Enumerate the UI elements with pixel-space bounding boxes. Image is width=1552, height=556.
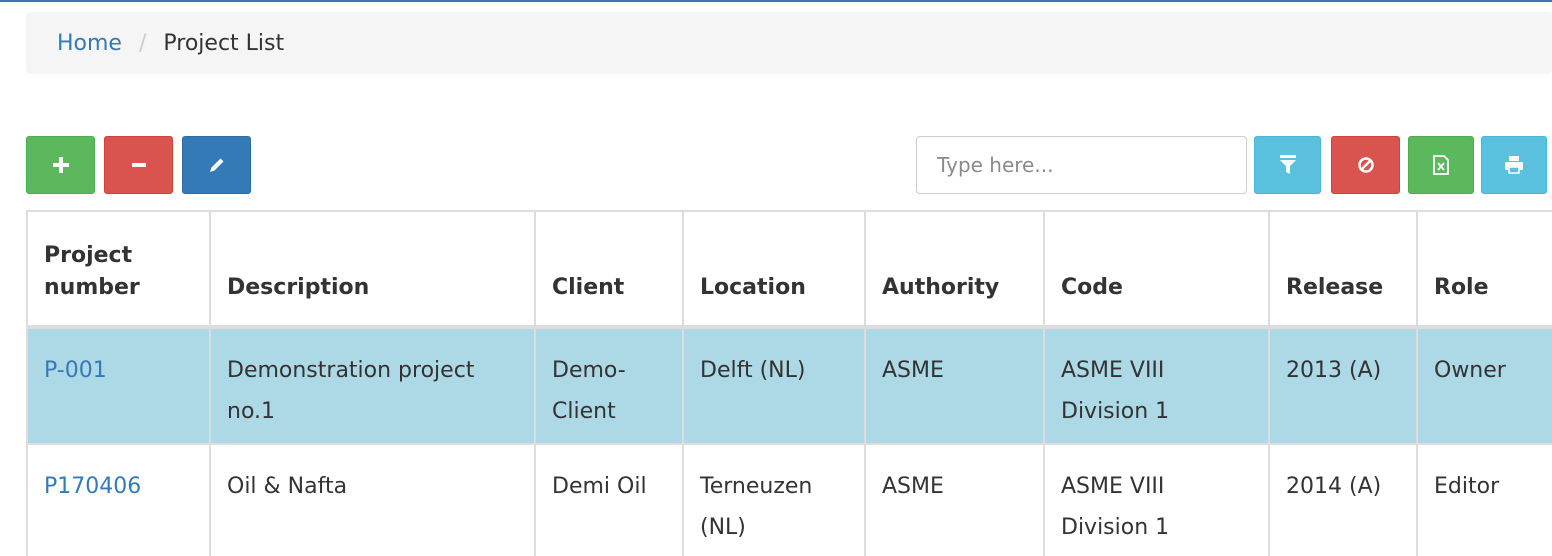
table-header-row: Project number Description Client Locati… [26, 210, 1552, 328]
authority-cell: ASME [864, 443, 1045, 556]
column-header-project-number[interactable]: Project number [26, 210, 211, 328]
filter-button[interactable] [1254, 136, 1321, 194]
add-button[interactable] [26, 136, 95, 194]
column-header-description[interactable]: Description [209, 210, 536, 328]
clear-filter-button[interactable] [1331, 136, 1400, 194]
print-button[interactable] [1481, 136, 1547, 194]
role-cell: Editor [1416, 443, 1552, 556]
excel-icon [1433, 155, 1449, 175]
remove-button[interactable] [104, 136, 173, 194]
column-header-role[interactable]: Role [1416, 210, 1552, 328]
column-header-authority[interactable]: Authority [864, 210, 1045, 328]
role-cell: Owner [1416, 326, 1552, 445]
breadcrumb: Home / Project List [26, 12, 1552, 74]
release-cell: 2014 (A) [1268, 443, 1418, 556]
code-cell: ASME VIII Division 1 [1043, 443, 1270, 556]
location-cell: Terneuzen (NL) [682, 443, 866, 556]
search-input[interactable] [916, 136, 1247, 194]
filter-icon [1279, 155, 1296, 174]
release-cell: 2013 (A) [1268, 326, 1418, 445]
column-header-location[interactable]: Location [682, 210, 866, 328]
print-icon [1505, 156, 1523, 174]
minus-icon [131, 163, 146, 167]
breadcrumb-separator: / [138, 30, 147, 56]
project-number-link[interactable]: P170406 [26, 443, 211, 556]
edit-button[interactable] [182, 136, 251, 194]
description-cell: Demonstration project no.1 [209, 326, 536, 445]
location-cell: Delft (NL) [682, 326, 866, 445]
column-header-code[interactable]: Code [1043, 210, 1270, 328]
ban-icon [1357, 157, 1374, 173]
column-header-release[interactable]: Release [1268, 210, 1418, 328]
authority-cell: ASME [864, 326, 1045, 445]
table-row[interactable]: P-001 Demonstration project no.1 Demo-Cl… [26, 326, 1552, 445]
top-border [0, 0, 1552, 2]
breadcrumb-current: Project List [163, 30, 285, 56]
project-table: Project number Description Client Locati… [26, 210, 1552, 556]
client-cell: Demi Oil [534, 443, 684, 556]
code-cell: ASME VIII Division 1 [1043, 326, 1270, 445]
column-header-client[interactable]: Client [534, 210, 684, 328]
breadcrumb-home-link[interactable]: Home [57, 31, 122, 56]
pencil-icon [209, 158, 223, 172]
export-excel-button[interactable] [1408, 136, 1474, 194]
client-cell: Demo-Client [534, 326, 684, 445]
description-cell: Oil & Nafta [209, 443, 536, 556]
table-row[interactable]: P170406 Oil & Nafta Demi Oil Terneuzen (… [26, 443, 1552, 556]
plus-icon [52, 157, 69, 173]
project-number-link[interactable]: P-001 [26, 326, 211, 445]
